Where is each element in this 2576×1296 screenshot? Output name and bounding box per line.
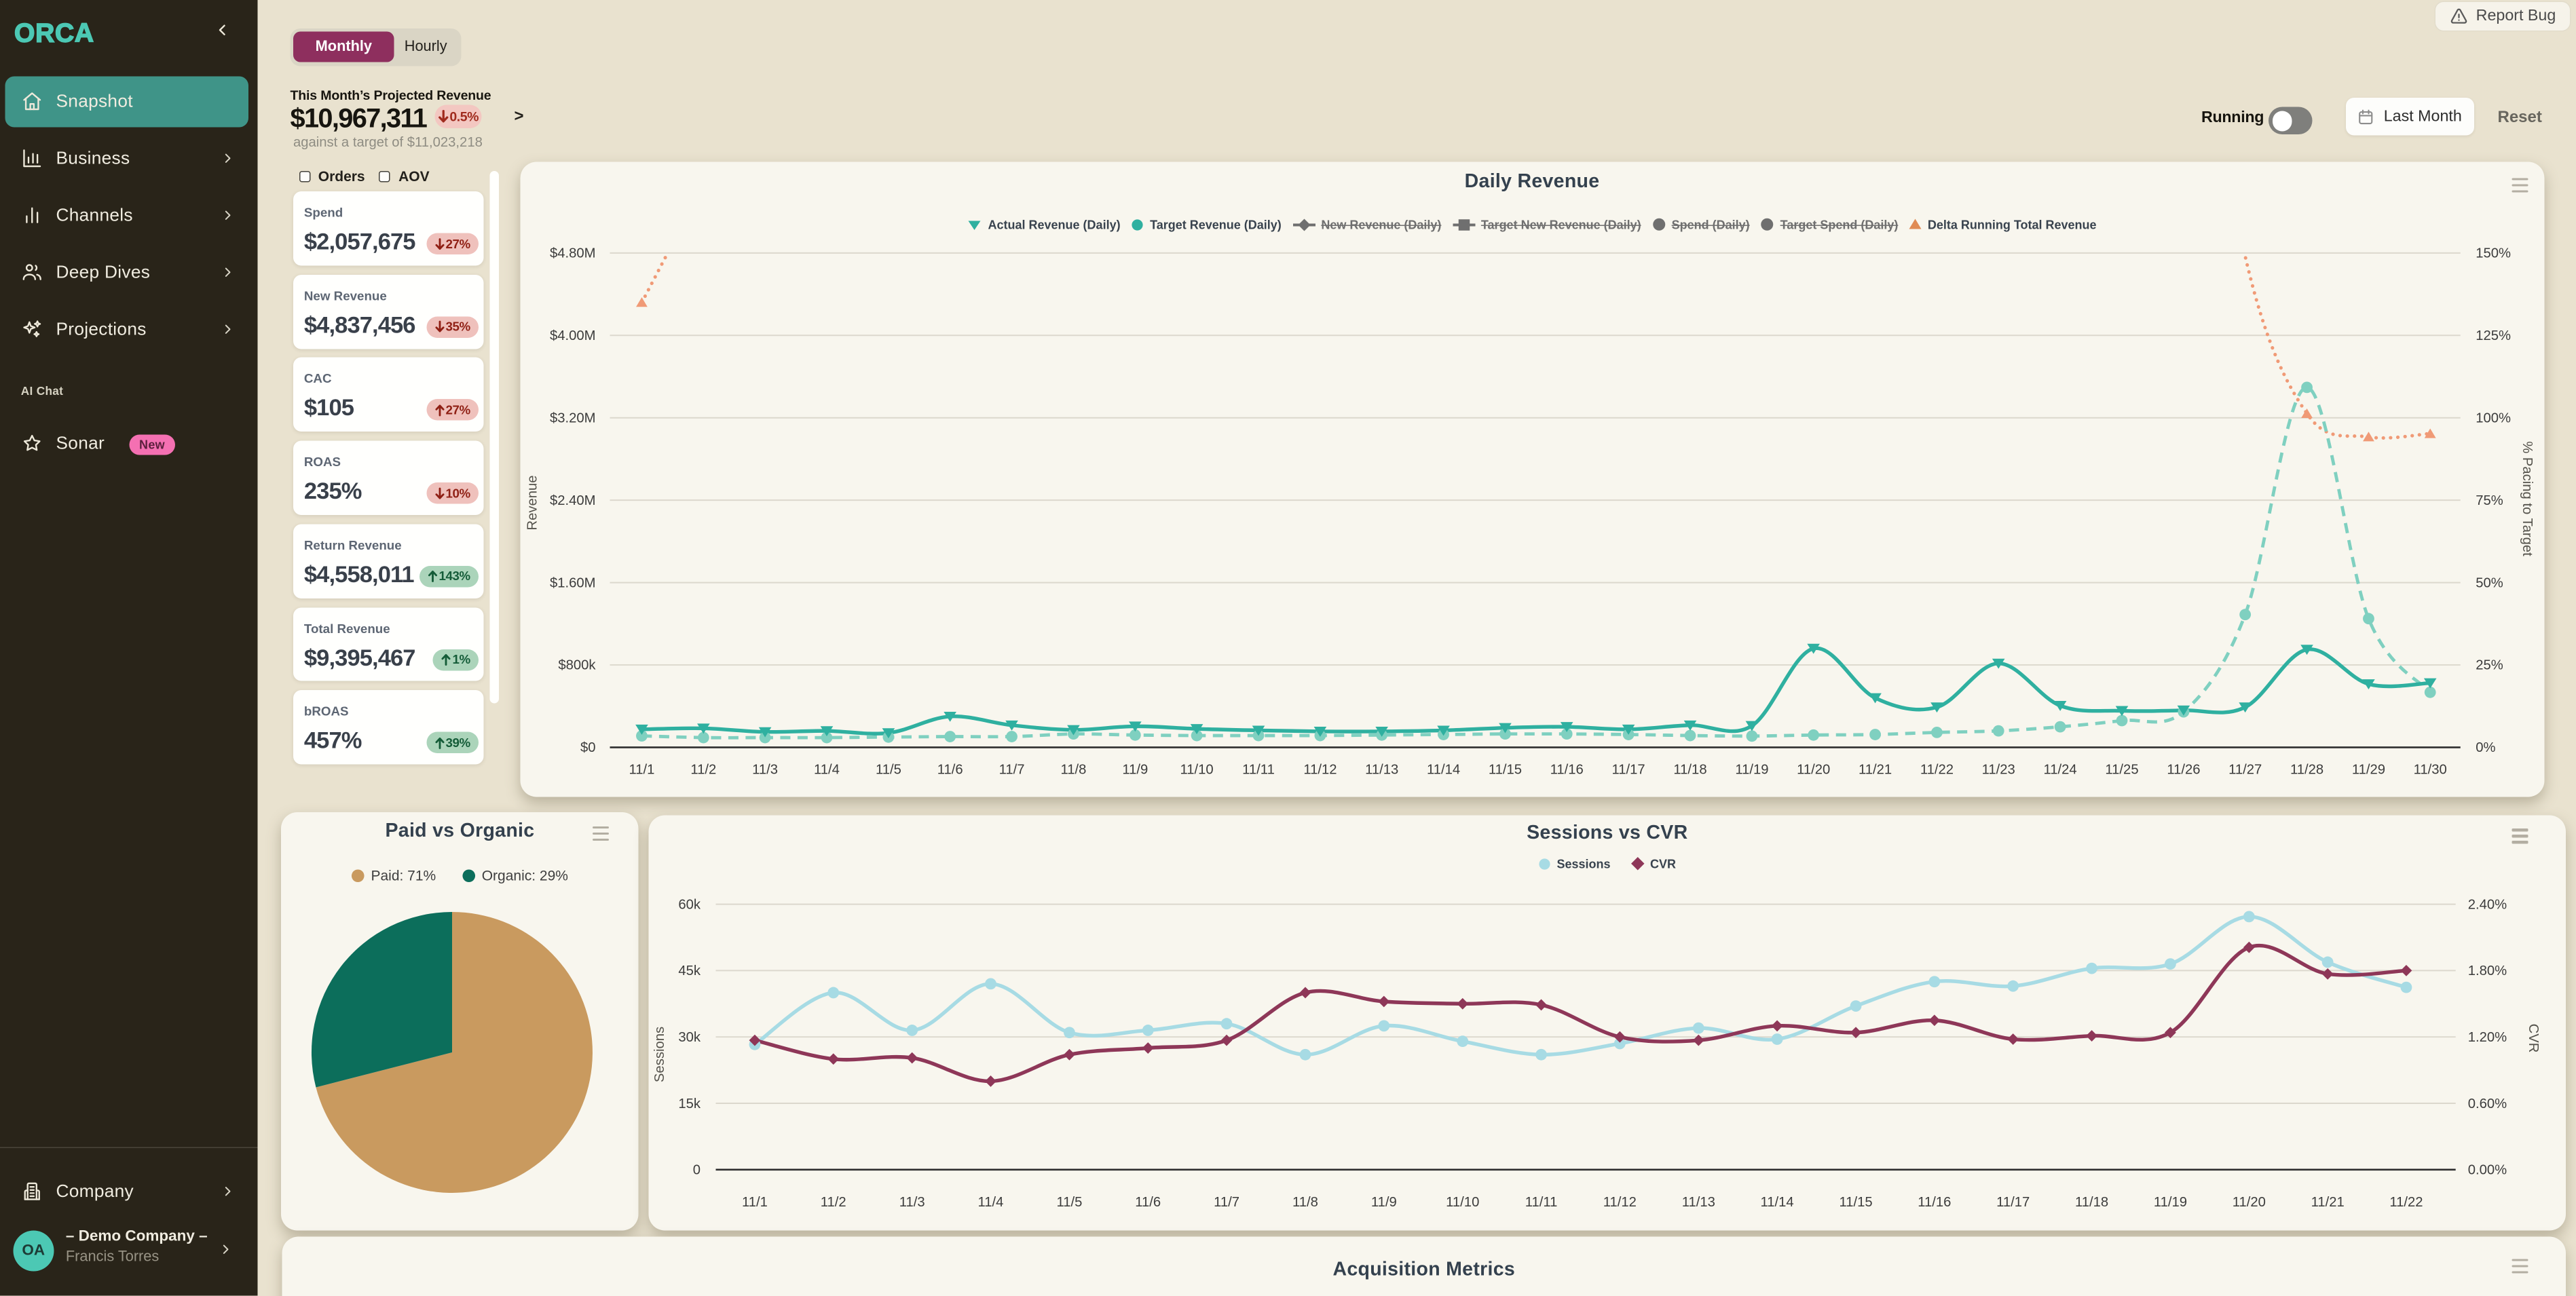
svg-text:11/21: 11/21 xyxy=(1859,762,1892,777)
svg-text:11/23: 11/23 xyxy=(1982,762,2015,777)
svg-text:11/6: 11/6 xyxy=(1135,1194,1161,1209)
svg-text:$4.80M: $4.80M xyxy=(550,246,596,261)
svg-text:11/21: 11/21 xyxy=(2311,1194,2344,1209)
svg-text:11/14: 11/14 xyxy=(1760,1194,1793,1209)
svg-text:11/3: 11/3 xyxy=(899,1194,925,1209)
svg-text:11/12: 11/12 xyxy=(1603,1194,1636,1209)
svg-text:11/5: 11/5 xyxy=(1056,1194,1082,1209)
svg-text:11/15: 11/15 xyxy=(1489,762,1522,777)
svg-text:60k: 60k xyxy=(678,897,701,912)
svg-text:0%: 0% xyxy=(2476,740,2495,755)
svg-text:11/8: 11/8 xyxy=(1060,762,1086,777)
svg-text:11/26: 11/26 xyxy=(2167,762,2200,777)
svg-text:11/16: 11/16 xyxy=(1918,1194,1951,1209)
svg-text:11/8: 11/8 xyxy=(1292,1194,1318,1209)
svg-text:$0: $0 xyxy=(580,740,596,755)
svg-text:Sessions: Sessions xyxy=(652,1026,667,1082)
svg-text:11/4: 11/4 xyxy=(814,762,840,777)
svg-text:11/1: 11/1 xyxy=(629,762,654,777)
svg-text:11/22: 11/22 xyxy=(1920,762,1954,777)
svg-text:45k: 45k xyxy=(678,964,701,978)
svg-text:11/30: 11/30 xyxy=(2414,762,2447,777)
svg-text:$2.40M: $2.40M xyxy=(550,493,596,508)
svg-text:11/11: 11/11 xyxy=(1242,762,1275,777)
svg-text:11/6: 11/6 xyxy=(937,762,963,777)
svg-text:11/7: 11/7 xyxy=(1214,1194,1239,1209)
svg-text:2.40%: 2.40% xyxy=(2467,897,2506,912)
svg-text:CVR: CVR xyxy=(2526,1023,2541,1052)
svg-text:$1.60M: $1.60M xyxy=(550,575,596,590)
svg-text:0: 0 xyxy=(692,1162,700,1177)
svg-text:11/11: 11/11 xyxy=(1525,1194,1557,1209)
svg-text:% Pacing to Target: % Pacing to Target xyxy=(2520,441,2535,556)
svg-text:11/16: 11/16 xyxy=(1550,762,1584,777)
svg-text:15k: 15k xyxy=(678,1096,701,1111)
svg-text:11/19: 11/19 xyxy=(1735,762,1768,777)
svg-text:11/12: 11/12 xyxy=(1303,762,1337,777)
svg-text:11/24: 11/24 xyxy=(2044,762,2077,777)
svg-text:0.00%: 0.00% xyxy=(2467,1162,2506,1177)
svg-text:11/27: 11/27 xyxy=(2228,762,2262,777)
svg-text:11/20: 11/20 xyxy=(2232,1194,2265,1209)
svg-text:$4.00M: $4.00M xyxy=(550,328,596,343)
svg-text:Revenue: Revenue xyxy=(525,475,540,530)
svg-text:11/29: 11/29 xyxy=(2352,762,2385,777)
svg-text:100%: 100% xyxy=(2476,411,2511,426)
svg-text:11/5: 11/5 xyxy=(876,762,901,777)
svg-text:11/10: 11/10 xyxy=(1180,762,1214,777)
svg-text:11/13: 11/13 xyxy=(1681,1194,1715,1209)
svg-text:11/17: 11/17 xyxy=(1612,762,1645,777)
svg-text:150%: 150% xyxy=(2476,246,2511,261)
svg-text:11/4: 11/4 xyxy=(977,1194,1003,1209)
svg-text:11/18: 11/18 xyxy=(1673,762,1706,777)
svg-text:11/14: 11/14 xyxy=(1427,762,1460,777)
svg-text:11/3: 11/3 xyxy=(752,762,778,777)
svg-text:11/2: 11/2 xyxy=(820,1194,846,1209)
svg-text:75%: 75% xyxy=(2476,493,2503,508)
svg-text:11/1: 11/1 xyxy=(742,1194,768,1209)
svg-text:$3.20M: $3.20M xyxy=(550,411,596,426)
svg-text:11/7: 11/7 xyxy=(999,762,1025,777)
svg-text:11/28: 11/28 xyxy=(2290,762,2323,777)
svg-text:11/2: 11/2 xyxy=(690,762,716,777)
svg-text:125%: 125% xyxy=(2476,328,2511,343)
svg-text:1.80%: 1.80% xyxy=(2467,964,2506,978)
svg-text:$800k: $800k xyxy=(558,658,596,673)
svg-text:30k: 30k xyxy=(678,1029,701,1044)
svg-text:11/22: 11/22 xyxy=(2389,1194,2423,1209)
svg-text:11/19: 11/19 xyxy=(2153,1194,2186,1209)
svg-text:0.60%: 0.60% xyxy=(2467,1096,2506,1111)
svg-text:11/9: 11/9 xyxy=(1122,762,1148,777)
svg-text:11/15: 11/15 xyxy=(1839,1194,1872,1209)
svg-text:50%: 50% xyxy=(2476,575,2503,590)
svg-text:11/17: 11/17 xyxy=(1996,1194,2030,1209)
svg-text:11/9: 11/9 xyxy=(1370,1194,1396,1209)
svg-text:11/20: 11/20 xyxy=(1797,762,1830,777)
svg-text:1.20%: 1.20% xyxy=(2467,1029,2506,1044)
svg-text:25%: 25% xyxy=(2476,658,2503,673)
svg-text:11/18: 11/18 xyxy=(2075,1194,2108,1209)
svg-text:11/10: 11/10 xyxy=(1446,1194,1479,1209)
svg-text:11/13: 11/13 xyxy=(1365,762,1398,777)
svg-text:11/25: 11/25 xyxy=(2105,762,2138,777)
